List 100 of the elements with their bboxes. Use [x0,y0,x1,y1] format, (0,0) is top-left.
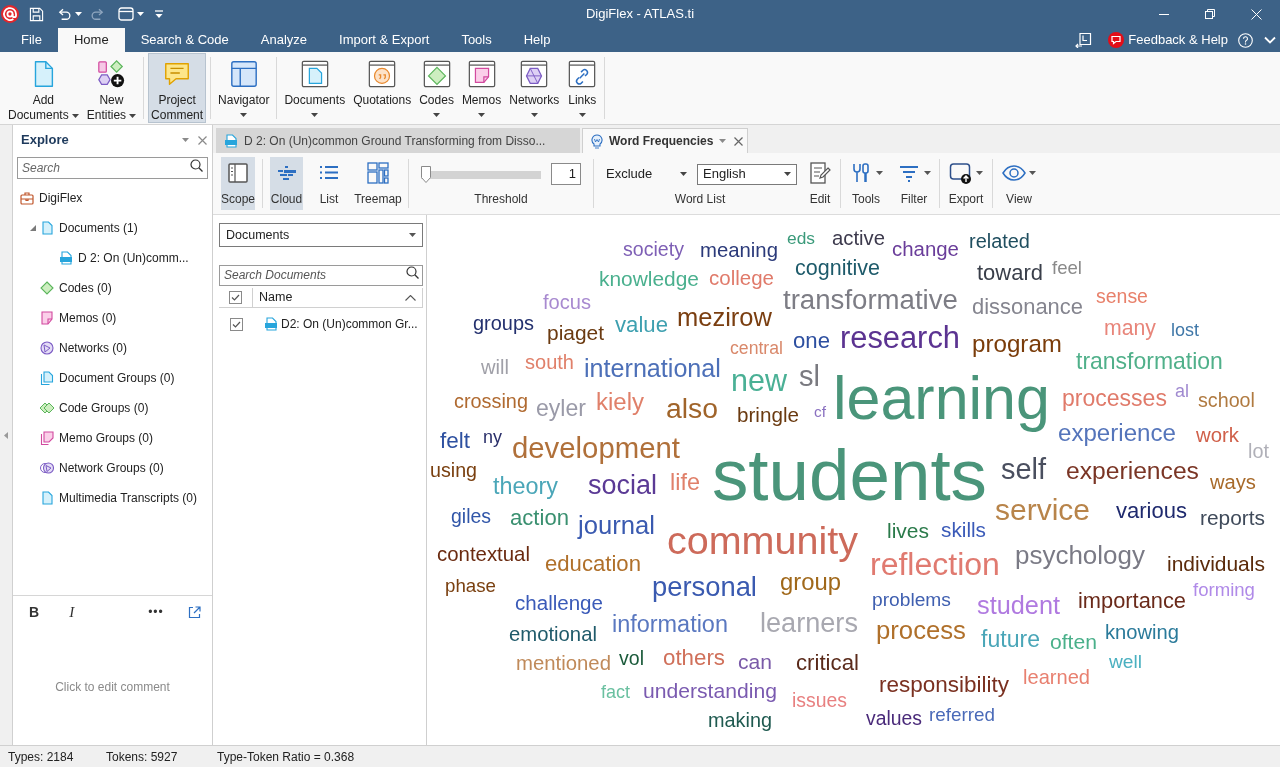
tree-item[interactable]: Networks (0) [40,339,127,357]
cloud-word: reflection [870,548,1000,581]
cloud-word: ny [483,427,502,446]
comment-field[interactable]: Click to edit comment [13,628,212,745]
expander-icon[interactable] [30,225,36,231]
ribbon-button[interactable]: Navigator [215,53,273,123]
toolbar-button[interactable]: Edit [806,157,834,210]
codes-icon [421,59,452,89]
ribbon-button[interactable]: Networks [506,53,563,123]
document-tab[interactable]: D 2: On (Un)common Ground Transforming from Disso... [216,128,580,153]
app-logo-icon[interactable] [1,5,19,23]
document-name[interactable]: D2: On (Un)common Gr... [281,315,418,333]
ribbon-button[interactable]: Project Comment [148,53,207,123]
document-tab[interactable]: Word Frequencies [582,128,748,153]
menu-tab[interactable]: Tools [445,28,508,52]
menu-tab[interactable]: File [5,28,58,52]
cloud-word: lives [887,519,929,541]
toolbar-button[interactable]: Treemap [354,157,402,210]
checkbox[interactable] [229,317,243,331]
cloud-word: individuals [1167,552,1265,574]
cloud-word: feel [1052,259,1082,278]
ribbon-button[interactable]: Quotations [350,53,415,123]
tree-item[interactable]: Memo Groups (0) [40,429,154,447]
cloud-word: student [977,593,1060,619]
restore-icon[interactable] [1205,9,1215,19]
format-button[interactable]: B [26,601,43,623]
feedback-icon [1108,32,1125,48]
slider-thumb[interactable] [421,165,431,183]
cloud-word: giles [451,506,491,527]
cloud-word: understanding [643,679,777,701]
tree-item[interactable]: Multimedia Transcripts (0) [40,489,198,507]
cloud-word: development [512,432,680,463]
tree-item[interactable]: Document Groups (0) [40,369,175,387]
chevron-icon[interactable] [1264,36,1276,44]
toolbar-button[interactable]: Scope [221,157,255,210]
menu-tab[interactable]: Search & Code [124,28,245,52]
ribbon-button[interactable]: Documents [281,53,349,123]
document-icon [40,221,54,235]
cloud-word: fact [601,682,630,701]
document-icon [40,491,54,505]
ribbon-button[interactable]: Memos [458,53,505,123]
slider-track[interactable] [421,165,541,183]
menu-tab[interactable]: Import & Export [323,28,446,52]
export-icon [949,161,973,185]
toolbar-button[interactable]: List [316,157,342,210]
tree-item[interactable]: DigiFlex [20,189,83,207]
caret-icon[interactable] [182,138,189,142]
scope-dropdown[interactable]: Documents [219,223,423,247]
language-dropdown[interactable]: English [697,163,797,185]
tree-item[interactable]: Network Groups (0) [40,459,164,477]
customize-icon[interactable] [154,9,164,19]
cloud-word: forming [1193,581,1255,600]
cloud-word: transformation [1076,349,1223,373]
status-text: Types: 2184 [8,749,74,764]
tree-item[interactable]: Code Groups (0) [40,399,149,417]
help-icon[interactable] [1238,32,1253,48]
search-field[interactable]: Search Documents [219,264,423,286]
lightbulb-icon [591,133,603,149]
cloud-word: cognitive [795,257,880,280]
ribbon-button[interactable]: Add Documents [5,53,82,123]
ribbon-button[interactable]: Links [564,53,601,123]
cloud-word: students [712,438,987,512]
exclude-dropdown[interactable]: Exclude [603,164,691,184]
tree-item[interactable]: Codes (0) [40,279,112,297]
checkbox[interactable] [229,291,242,304]
window-layout-icon[interactable] [118,7,134,21]
toolbar-button[interactable]: Export [946,157,986,210]
undo-icon[interactable] [56,7,71,21]
search-field[interactable]: Search [17,157,208,179]
toolbar-button[interactable]: Tools [847,157,885,210]
menu-tab[interactable]: Analyze [244,28,324,52]
ribbon-button[interactable]: Codes [416,53,457,123]
toolbar-button[interactable]: Cloud [270,157,303,210]
caret-icon[interactable] [75,12,82,16]
menu-tab[interactable]: Home [57,28,125,52]
note-icon [40,311,54,325]
caret-icon[interactable] [137,12,144,16]
tree-item[interactable]: D 2: On (Un)comm... [59,249,189,267]
caret-icon [1029,171,1036,175]
format-button[interactable]: I [66,600,78,624]
column-header[interactable]: Name [253,288,423,307]
feedback-button[interactable]: Feedback & Help [1108,30,1228,50]
close-icon[interactable] [198,135,207,145]
window-return-icon[interactable] [1075,32,1093,48]
close-icon[interactable] [734,136,744,146]
cloud-word: will [481,357,509,378]
format-button[interactable]: ••• [145,603,167,621]
ribbon-button[interactable]: New Entities [83,53,140,123]
save-icon[interactable] [29,6,44,22]
toolbar-button[interactable]: View [999,157,1039,210]
cloud-word: lost [1171,320,1199,339]
tree-item[interactable]: Documents (1) [40,219,138,237]
menu-tab[interactable]: Help [507,28,567,52]
cloud-word: program [972,331,1062,357]
open-external-icon[interactable] [187,605,201,619]
tree-item[interactable]: Memos (0) [40,309,117,327]
navigator-icon [228,59,259,89]
toolbar-button[interactable]: Filter [895,157,933,210]
threshold-field[interactable]: 1 [551,163,581,185]
cloud-word: phase [445,577,496,596]
